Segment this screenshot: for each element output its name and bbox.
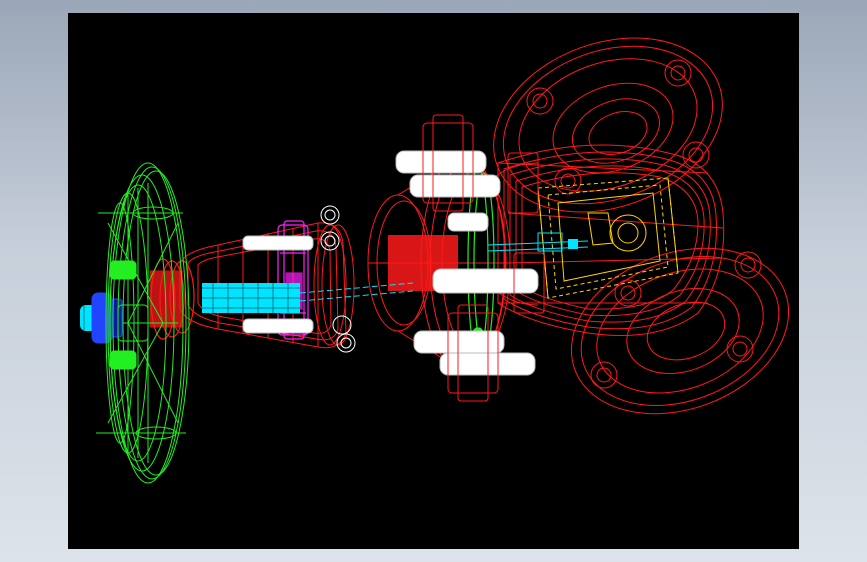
valve-body: [487, 144, 725, 336]
gate-guide: [568, 239, 578, 249]
cad-viewport[interactable]: [68, 13, 799, 549]
upper-pipe-flange: [493, 37, 723, 213]
valve-wireframe-drawing: [80, 37, 790, 484]
lower-pipe-flange: [570, 247, 790, 415]
gate-disc: [537, 177, 679, 299]
handwheel: [96, 162, 190, 484]
